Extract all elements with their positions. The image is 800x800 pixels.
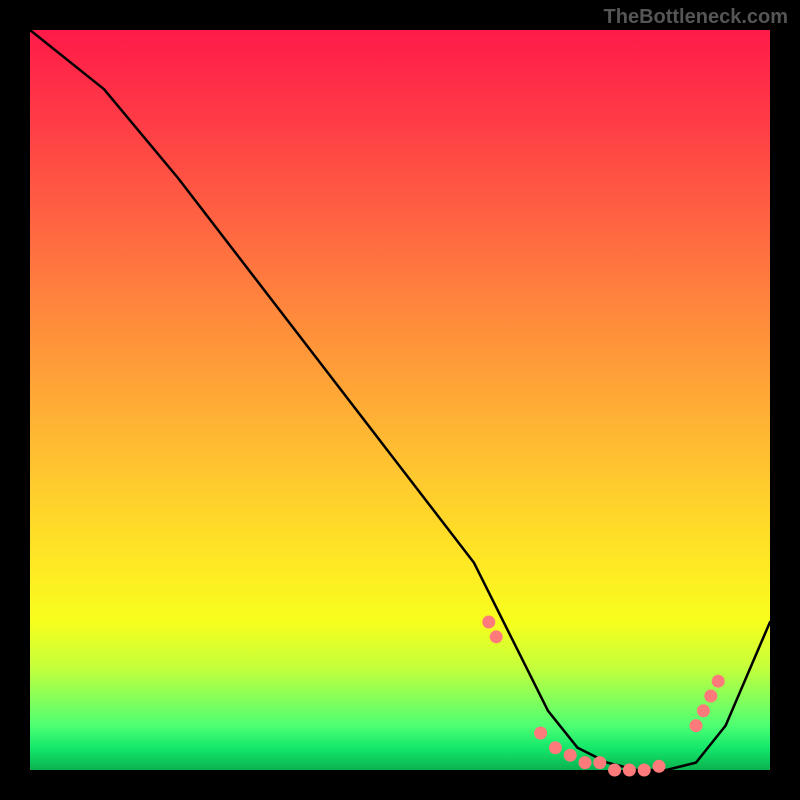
- data-marker: [482, 616, 495, 629]
- chart-frame: TheBottleneck.com: [0, 0, 800, 800]
- data-marker: [549, 741, 562, 754]
- data-marker: [564, 749, 577, 762]
- data-marker: [690, 719, 703, 732]
- data-marker: [534, 727, 547, 740]
- data-marker: [579, 756, 592, 769]
- data-marker: [712, 675, 725, 688]
- plot-area: [30, 30, 770, 770]
- data-marker: [704, 690, 717, 703]
- data-marker: [623, 764, 636, 777]
- data-marker: [490, 630, 503, 643]
- marker-group: [482, 616, 724, 777]
- data-marker: [608, 764, 621, 777]
- bottleneck-curve-path: [30, 30, 770, 770]
- data-marker: [638, 764, 651, 777]
- watermark-text: TheBottleneck.com: [604, 6, 788, 29]
- data-marker: [653, 760, 666, 773]
- data-marker: [593, 756, 606, 769]
- chart-svg: [30, 30, 770, 770]
- data-marker: [697, 704, 710, 717]
